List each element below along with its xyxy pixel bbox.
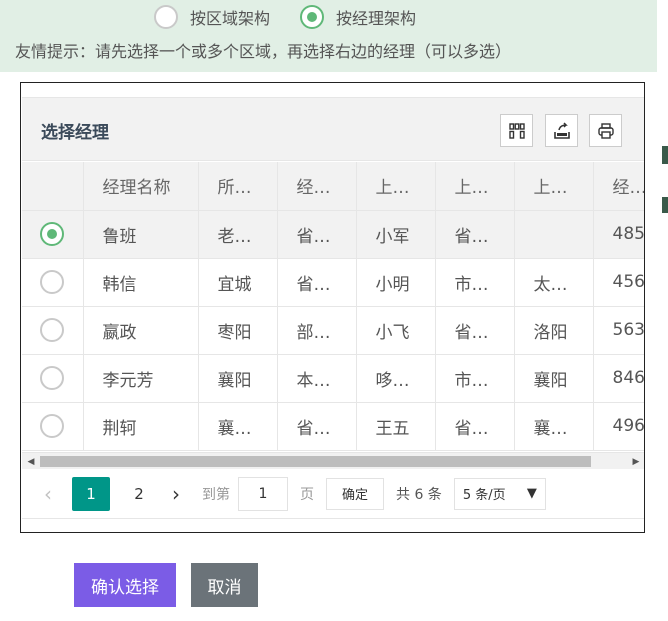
goto-label: 到第: [202, 486, 230, 503]
table-cell: 省…: [435, 306, 515, 355]
table-row[interactable]: 鲁班 老… 省… 小军 省… 485: [22, 210, 644, 259]
horizontal-scrollbar[interactable]: ◀ ▶: [22, 452, 644, 470]
manager-table: 经理名称 所… 经… 上… 上… 上… 经… 鲁班 老… 省… 小军 省… 48…: [22, 162, 644, 452]
table-cell: 韩信: [83, 258, 199, 307]
table-cell: 省…: [435, 210, 515, 259]
table-row[interactable]: 嬴政 枣阳 部… 小飞 省… 洛阳 563: [22, 306, 644, 355]
table-cell: 洛阳: [514, 306, 594, 355]
radio-icon[interactable]: [40, 270, 65, 294]
table-cell: [514, 210, 594, 259]
page-size-value: 5 条/页: [462, 488, 506, 503]
table-cell: 485: [593, 210, 644, 259]
manager-table-panel: 选择经理 经理名称 所… 经… 上… 上… 上… 经… 鲁班 老… 省… 小军 …: [20, 82, 645, 533]
hint-text: 友情提示：请先选择一个或多个区域，再选择右边的经理（可以多选）: [15, 42, 512, 61]
radio-checked-icon[interactable]: [40, 222, 65, 246]
goto-page-input[interactable]: [238, 476, 288, 511]
pagination: ‹ 1 2 › 到第 页 确定 共 6 条 5 条/页 ▼: [22, 469, 644, 519]
table-cell: 846: [593, 354, 644, 403]
mode-option-manager[interactable]: 按经理架构: [300, 5, 416, 29]
radio-icon[interactable]: [40, 366, 65, 390]
table-cell: 襄…: [198, 402, 278, 451]
table-cell: 496: [593, 402, 644, 451]
table-cell: 襄…: [514, 402, 594, 451]
edge-decoration: [662, 146, 668, 164]
table-cell: 宜城: [198, 258, 278, 307]
table-cell: 省…: [435, 402, 515, 451]
caret-down-icon: ▼: [526, 486, 537, 501]
scroll-left-icon[interactable]: ◀: [22, 453, 40, 470]
table-cell: 小飞: [356, 306, 436, 355]
table-cell: 襄阳: [198, 354, 278, 403]
mode-option-label: 按区域架构: [190, 9, 271, 28]
edge-decoration: [662, 197, 668, 213]
table-toolbar: 选择经理: [22, 97, 644, 161]
row-select-cell[interactable]: [22, 402, 84, 451]
columns-button[interactable]: [500, 114, 533, 147]
table-cell: 小军: [356, 210, 436, 259]
confirm-selection-button[interactable]: 确认选择: [74, 563, 176, 607]
header-column[interactable]: 经…: [593, 162, 644, 211]
radio-icon[interactable]: [40, 318, 65, 342]
scroll-right-icon[interactable]: ▶: [627, 453, 644, 470]
table-cell: 枣阳: [198, 306, 278, 355]
page-size-select[interactable]: 5 条/页 ▼: [453, 477, 546, 510]
table-cell: 荆轲: [83, 402, 199, 451]
table-header-row: 经理名称 所… 经… 上… 上… 上… 经…: [22, 162, 644, 211]
row-select-cell[interactable]: [22, 258, 84, 307]
table-cell: 省…: [277, 258, 357, 307]
table-cell: 本…: [277, 354, 357, 403]
table-cell: 省…: [277, 210, 357, 259]
radio-icon[interactable]: [40, 414, 65, 438]
table-cell: 市…: [435, 258, 515, 307]
columns-icon: [508, 122, 525, 139]
table-cell: 嬴政: [83, 306, 199, 355]
radio-checked-icon[interactable]: [300, 5, 325, 29]
header-column[interactable]: 所…: [198, 162, 278, 211]
goto-confirm-button[interactable]: 确定: [326, 477, 384, 510]
table-cell: 市…: [435, 354, 515, 403]
total-count: 共 6 条: [396, 486, 442, 503]
page-number-current[interactable]: 1: [72, 476, 110, 511]
header-manager-name[interactable]: 经理名称: [83, 162, 199, 211]
header-column[interactable]: 经…: [277, 162, 357, 211]
mode-banner: 按区域架构 按经理架构 友情提示：请先选择一个或多个区域，再选择右边的经理（可以…: [0, 0, 657, 72]
table-row[interactable]: 韩信 宜城 省… 小明 市… 太… 456: [22, 258, 644, 307]
table-row[interactable]: 李元芳 襄阳 本… 哆… 市… 襄阳 846: [22, 354, 644, 403]
mode-radio-group: 按区域架构 按经理架构: [154, 4, 446, 30]
table-cell: 省…: [277, 402, 357, 451]
table-cell: 王五: [356, 402, 436, 451]
table-cell: 襄阳: [514, 354, 594, 403]
scrollbar-thumb[interactable]: [40, 456, 591, 467]
row-select-cell[interactable]: [22, 354, 84, 403]
row-select-cell[interactable]: [22, 306, 84, 355]
header-column[interactable]: 上…: [356, 162, 436, 211]
table-row[interactable]: 荆轲 襄… 省… 王五 省… 襄… 496: [22, 402, 644, 451]
print-icon: [597, 122, 614, 139]
table-cell: 鲁班: [83, 210, 199, 259]
table-cell: 太…: [514, 258, 594, 307]
export-icon: [553, 121, 570, 139]
table-cell: 563: [593, 306, 644, 355]
export-button[interactable]: [545, 114, 578, 147]
next-page-icon[interactable]: ›: [162, 482, 190, 506]
header-column[interactable]: 上…: [435, 162, 515, 211]
page-unit-label: 页: [300, 486, 314, 503]
mode-option-label: 按经理架构: [336, 9, 417, 28]
mode-option-region[interactable]: 按区域架构: [154, 5, 270, 29]
table-cell: 李元芳: [83, 354, 199, 403]
page-number[interactable]: 2: [120, 477, 158, 511]
row-select-cell[interactable]: [22, 210, 84, 259]
table-cell: 456: [593, 258, 644, 307]
panel-title: 选择经理: [41, 123, 109, 143]
table-cell: 哆…: [356, 354, 436, 403]
header-select: [22, 162, 84, 211]
print-button[interactable]: [589, 114, 622, 147]
header-column[interactable]: 上…: [514, 162, 594, 211]
cancel-button[interactable]: 取消: [191, 563, 258, 607]
table-cell: 部…: [277, 306, 357, 355]
table-cell: 小明: [356, 258, 436, 307]
radio-icon[interactable]: [154, 5, 178, 29]
prev-page-icon[interactable]: ‹: [34, 482, 62, 506]
table-cell: 老…: [198, 210, 278, 259]
